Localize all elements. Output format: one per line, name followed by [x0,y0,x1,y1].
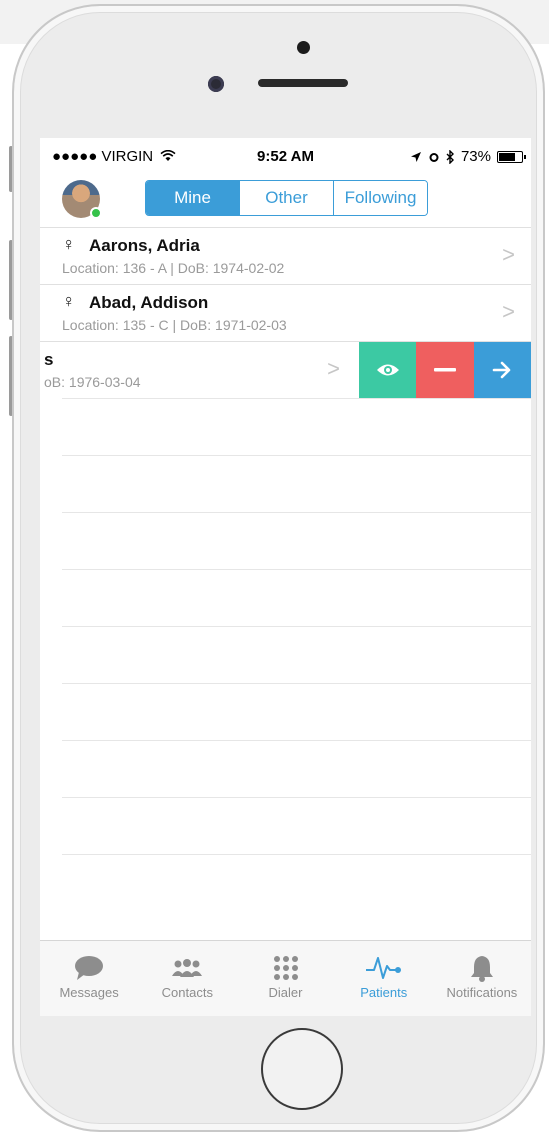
empty-list-row [62,683,531,740]
patient-row-swiped[interactable]: s oB: 1976-03-04 > [40,341,531,398]
segment-following[interactable]: Following [333,181,427,215]
patient-row-content: s oB: 1976-03-04 > [40,342,356,398]
tab-bar: Messages Contacts Dialer Patients Notifi… [40,940,531,1016]
segment-other[interactable]: Other [239,181,333,215]
heartbeat-icon [365,957,401,979]
chevron-right-icon: > [502,299,515,324]
tab-dialer[interactable]: Dialer [236,941,334,1016]
empty-list-row [62,512,531,569]
status-bar: ●●●●● VIRGIN 9:52 AM 73% [40,146,531,170]
eye-icon [376,364,399,376]
tab-patients[interactable]: Patients [335,941,433,1016]
patient-row[interactable]: ♀ Abad, Addison Location: 135 - C | DoB:… [40,284,531,341]
swipe-actions [359,342,531,398]
empty-list-row [62,740,531,797]
patient-name: Abad, Addison [89,293,209,312]
bluetooth-icon [446,149,454,164]
patient-details: Location: 135 - C | DoB: 1971-02-03 [62,317,287,333]
tab-label: Messages [59,985,119,1000]
tab-label: Dialer [268,985,303,1000]
alarm-clock-icon [429,152,439,162]
app-screen: ●●●●● VIRGIN 9:52 AM 73% Mine Other Foll… [40,138,531,1016]
minus-icon [433,368,456,372]
empty-list-row [62,854,531,911]
home-button[interactable] [261,1028,343,1110]
female-gender-icon: ♀ [62,291,76,311]
speech-bubble-icon [75,956,104,980]
tab-messages[interactable]: Messages [40,941,138,1016]
earpiece-speaker [258,79,348,87]
tab-notifications[interactable]: Notifications [433,941,531,1016]
patient-details: Location: 136 - A | DoB: 1974-02-02 [62,260,285,276]
bell-icon [470,956,493,982]
battery-percent: 73% [460,148,491,165]
patient-name: s [44,350,54,369]
chevron-right-icon: > [327,356,340,381]
tab-label: Notifications [446,985,518,1000]
empty-list-row [62,569,531,626]
empty-list-row [62,398,531,455]
patient-row[interactable]: ♀ Aarons, Adria Location: 136 - A | DoB:… [40,227,531,284]
proximity-sensor [297,41,310,54]
battery-level [499,152,515,161]
keypad-icon [273,956,298,980]
remove-patient-button[interactable] [416,342,474,398]
patient-details: oB: 1976-03-04 [44,374,141,390]
patient-row-content: ♀ Abad, Addison Location: 135 - C | DoB:… [40,285,531,341]
chevron-right-icon: > [502,242,515,267]
view-patient-button[interactable] [359,342,417,398]
tab-contacts[interactable]: Contacts [138,941,236,1016]
arrow-right-icon [493,361,511,379]
online-status-dot [90,207,102,219]
empty-list-row [62,626,531,683]
empty-list-row [62,797,531,854]
empty-list-row [62,455,531,512]
location-arrow-icon [410,151,421,162]
patient-row-content: ♀ Aarons, Adria Location: 136 - A | DoB:… [40,228,531,284]
female-gender-icon: ♀ [62,234,76,254]
patient-filter-segmented-control: Mine Other Following [145,180,428,216]
patient-name: Aarons, Adria [89,236,200,255]
front-camera [208,76,224,92]
patient-list: ♀ Aarons, Adria Location: 136 - A | DoB:… [40,227,531,911]
segment-mine[interactable]: Mine [146,181,239,215]
user-avatar[interactable] [62,180,102,219]
forward-patient-button[interactable] [473,342,531,398]
people-icon [172,959,203,977]
tab-label: Patients [360,985,408,1000]
tab-label: Contacts [161,985,213,1000]
battery-icon [497,150,526,163]
status-right: 73% [410,148,526,165]
